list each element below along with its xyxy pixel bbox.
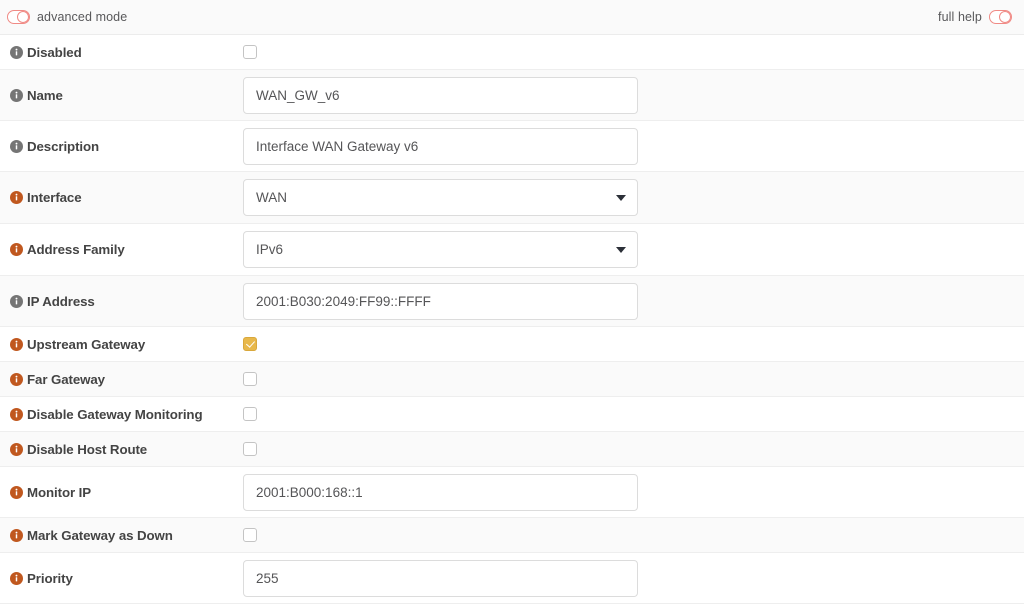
form-row-disabled: Disabled: [0, 35, 1024, 70]
label-cell-disabled: Disabled: [0, 45, 243, 60]
field-label-disable-host-route: Disable Host Route: [27, 441, 148, 457]
select-value-address-family: IPv6: [256, 242, 284, 257]
field-label-disable-gateway-monitoring: Disable Gateway Monitoring: [27, 406, 203, 422]
label-cell-monitor-ip: Monitor IP: [0, 485, 243, 500]
form-row-disable-gateway-monitoring: Disable Gateway Monitoring: [0, 397, 1024, 432]
field-label-far-gateway: Far Gateway: [27, 371, 105, 387]
label-cell-address-family: Address Family: [0, 242, 243, 257]
select-address-family[interactable]: IPv6: [243, 231, 638, 268]
input-value-description: Interface WAN Gateway v6: [256, 138, 419, 154]
full-help-toggle-icon[interactable]: [989, 10, 1012, 24]
info-icon[interactable]: [10, 337, 23, 351]
full-help-label: full help: [938, 10, 982, 24]
field-label-interface: Interface: [27, 190, 82, 205]
label-cell-upstream-gateway: Upstream Gateway: [0, 337, 243, 352]
field-label-description: Description: [27, 138, 100, 154]
checkbox-disable-host-route[interactable]: [243, 442, 257, 456]
form-row-disable-host-route: Disable Host Route: [0, 432, 1024, 467]
chevron-down-icon[interactable]: [616, 246, 626, 253]
field-cell-name: WAN_GW_v6: [243, 76, 1024, 114]
top-toolbar: advanced mode full help: [0, 0, 1024, 35]
label-cell-name: Name: [0, 88, 243, 103]
label-cell-priority: Priority: [0, 571, 243, 586]
form-row-interface: Interface WAN: [0, 172, 1024, 224]
form-row-mark-gateway-as-down: Mark Gateway as Down: [0, 518, 1024, 553]
form-row-name: Name WAN_GW_v6: [0, 70, 1024, 121]
info-icon[interactable]: [10, 528, 23, 542]
info-icon[interactable]: [10, 294, 23, 308]
field-label-mark-gateway-as-down: Mark Gateway as Down: [27, 527, 173, 543]
info-icon[interactable]: [10, 243, 23, 256]
input-priority[interactable]: 255: [243, 559, 638, 597]
input-ip-address[interactable]: 2001:B030:2049:FF99::FFFF: [243, 282, 638, 320]
label-cell-description: Description: [0, 139, 243, 154]
select-interface[interactable]: WAN: [243, 179, 638, 216]
field-label-priority: Priority: [27, 570, 73, 586]
form-row-far-gateway: Far Gateway: [0, 362, 1024, 397]
info-icon[interactable]: [10, 45, 23, 59]
info-icon[interactable]: [10, 139, 23, 153]
form-row-upstream-gateway: Upstream Gateway: [0, 327, 1024, 362]
field-cell-disable-gateway-monitoring: [243, 407, 1024, 421]
field-label-name: Name: [27, 87, 63, 103]
field-label-address-family: Address Family: [27, 242, 125, 257]
full-help-toggle-group[interactable]: full help: [938, 10, 1012, 24]
label-cell-interface: Interface: [0, 190, 243, 205]
field-label-upstream-gateway: Upstream Gateway: [27, 336, 146, 352]
info-icon[interactable]: [10, 571, 23, 585]
checkbox-upstream-gateway[interactable]: [243, 337, 257, 351]
advanced-mode-toggle-group[interactable]: advanced mode: [7, 10, 127, 24]
input-value-name: WAN_GW_v6: [256, 87, 340, 103]
field-cell-description: Interface WAN Gateway v6: [243, 127, 1024, 165]
input-value-ip-address: 2001:B030:2049:FF99::FFFF: [256, 293, 431, 309]
label-cell-disable-host-route: Disable Host Route: [0, 442, 243, 457]
field-cell-priority: 255: [243, 559, 1024, 597]
field-label-monitor-ip: Monitor IP: [27, 484, 91, 500]
gateway-settings-form: Disabled Name WAN_GW_v6 Description Interfac…: [0, 35, 1024, 604]
input-value-priority: 255: [256, 570, 279, 586]
label-cell-ip-address: IP Address: [0, 294, 243, 309]
info-icon[interactable]: [10, 407, 23, 421]
field-cell-disabled: [243, 45, 1024, 59]
label-cell-disable-gateway-monitoring: Disable Gateway Monitoring: [0, 407, 243, 422]
label-cell-mark-gateway-as-down: Mark Gateway as Down: [0, 528, 243, 543]
form-row-ip-address: IP Address 2001:B030:2049:FF99::FFFF: [0, 276, 1024, 327]
label-cell-far-gateway: Far Gateway: [0, 372, 243, 387]
field-cell-ip-address: 2001:B030:2049:FF99::FFFF: [243, 282, 1024, 320]
input-monitor-ip[interactable]: 2001:B000:168::1: [243, 473, 638, 511]
field-label-ip-address: IP Address: [27, 293, 95, 309]
checkbox-far-gateway[interactable]: [243, 372, 257, 386]
field-cell-interface: WAN: [243, 179, 1024, 216]
form-row-description: Description Interface WAN Gateway v6: [0, 121, 1024, 172]
field-cell-monitor-ip: 2001:B000:168::1: [243, 473, 1024, 511]
field-cell-upstream-gateway: [243, 337, 1024, 351]
field-cell-address-family: IPv6: [243, 231, 1024, 268]
chevron-down-icon[interactable]: [616, 194, 626, 201]
input-description[interactable]: Interface WAN Gateway v6: [243, 127, 638, 165]
field-cell-far-gateway: [243, 372, 1024, 386]
checkbox-disabled[interactable]: [243, 45, 257, 59]
advanced-mode-label: advanced mode: [37, 10, 128, 24]
form-row-monitor-ip: Monitor IP 2001:B000:168::1: [0, 467, 1024, 518]
info-icon[interactable]: [10, 485, 23, 499]
form-row-priority: Priority 255: [0, 553, 1024, 604]
info-icon[interactable]: [10, 191, 23, 204]
field-cell-disable-host-route: [243, 442, 1024, 456]
input-value-monitor-ip: 2001:B000:168::1: [256, 484, 363, 500]
info-icon[interactable]: [10, 88, 23, 102]
field-cell-mark-gateway-as-down: [243, 528, 1024, 542]
advanced-mode-toggle-icon[interactable]: [7, 10, 30, 24]
info-icon[interactable]: [10, 372, 23, 386]
select-value-interface: WAN: [256, 190, 287, 205]
field-label-disabled: Disabled: [27, 44, 82, 60]
info-icon[interactable]: [10, 442, 23, 456]
checkbox-disable-gateway-monitoring[interactable]: [243, 407, 257, 421]
form-row-address-family: Address Family IPv6: [0, 224, 1024, 276]
checkbox-mark-gateway-as-down[interactable]: [243, 528, 257, 542]
input-name[interactable]: WAN_GW_v6: [243, 76, 638, 114]
